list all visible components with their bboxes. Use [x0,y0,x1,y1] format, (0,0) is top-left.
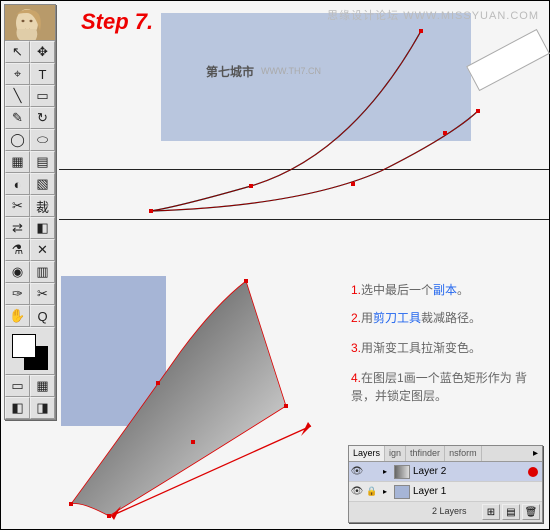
toolbox-panel: ↖✥⌖T╲▭✎↻◯⬭▦▤◐▧✂裁⇄◧⚗✕◉▥✑✂✋Q ▭▦ ◧◨ [4,4,56,420]
panel-menu-icon[interactable]: ▸ [529,446,542,461]
tool-9-1[interactable]: ✕ [30,239,55,261]
tool-4-0[interactable]: ◯ [5,129,30,151]
screen-mode-3[interactable]: ◧ [5,397,30,419]
tool-10-1[interactable]: ▥ [30,261,55,283]
tool-6-0[interactable]: ◐ [5,173,30,195]
new-sublayer-button[interactable]: ⊞ [482,504,500,520]
layer-row[interactable]: 👁🔒▸ Layer 1 [349,482,542,502]
tool-1-0[interactable]: ⌖ [5,63,30,85]
panel-tabs: Layers ign thfinder nsform ▸ [349,446,542,462]
instruction-1: 1.选中最后一个副本。 [351,281,469,298]
layer-count: 2 Layers [430,504,480,520]
screen-mode-4[interactable]: ◨ [30,397,55,419]
instruction-3: 3.用渐变工具拉渐变色。 [351,339,481,356]
screen-mode-2[interactable]: ▦ [30,375,55,397]
tab-pathfinder[interactable]: thfinder [406,446,445,461]
tool-6-1[interactable]: ▧ [30,173,55,195]
tool-5-1[interactable]: ▤ [30,151,55,173]
tool-12-0[interactable]: ✋ [5,305,30,327]
tool-1-1[interactable]: T [30,63,55,85]
tab-transform[interactable]: nsform [445,446,482,461]
tool-7-0[interactable]: ✂ [5,195,30,217]
tool-3-1[interactable]: ↻ [30,107,55,129]
layers-panel: Layers ign thfinder nsform ▸ 👁▸Layer 2👁🔒… [348,445,543,523]
color-swatches[interactable] [5,327,55,375]
new-layer-button[interactable]: ▤ [502,504,520,520]
tool-0-1[interactable]: ✥ [30,41,55,63]
tool-10-0[interactable]: ◉ [5,261,30,283]
tool-7-1[interactable]: 裁 [30,195,55,217]
lock-icon[interactable]: 🔒 [365,486,379,497]
delete-layer-button[interactable]: 🗑 [522,504,540,520]
layer-name[interactable]: Layer 2 [413,466,528,477]
tab-align[interactable]: ign [385,446,406,461]
layer-name[interactable]: Layer 1 [413,486,542,497]
tool-3-0[interactable]: ✎ [5,107,30,129]
tool-5-0[interactable]: ▦ [5,151,30,173]
tool-8-0[interactable]: ⇄ [5,217,30,239]
tool-0-0[interactable]: ↖ [5,41,30,63]
visibility-icon[interactable]: 👁 [349,486,365,497]
visibility-icon[interactable]: 👁 [349,466,365,477]
tool-9-0[interactable]: ⚗ [5,239,30,261]
tool-11-0[interactable]: ✑ [5,283,30,305]
instruction-2: 2.用剪刀工具裁减路径。 [351,309,481,326]
layer-row[interactable]: 👁 ▸ Layer 2 [349,462,542,482]
toolbox-thumbnail [5,5,55,41]
tool-4-1[interactable]: ⬭ [30,129,55,151]
fill-swatch[interactable] [12,334,36,358]
tool-12-1[interactable]: Q [30,305,55,327]
curve-path-top [121,11,501,231]
screen-mode-1[interactable]: ▭ [5,375,30,397]
expand-icon[interactable]: ▸ [379,467,391,476]
tool-11-1[interactable]: ✂ [30,283,55,305]
tool-2-0[interactable]: ╲ [5,85,30,107]
target-icon[interactable] [528,467,538,477]
tool-2-1[interactable]: ▭ [30,85,55,107]
instruction-4: 4.在图层1画一个蓝色矩形作为 背景，并锁定图层。 [351,369,541,405]
tab-layers[interactable]: Layers [349,446,385,461]
layer-swatch [394,465,410,479]
tool-8-1[interactable]: ◧ [30,217,55,239]
expand-icon[interactable]: ▸ [379,487,391,496]
gradient-arrow [111,416,331,526]
layer-swatch [394,485,410,499]
